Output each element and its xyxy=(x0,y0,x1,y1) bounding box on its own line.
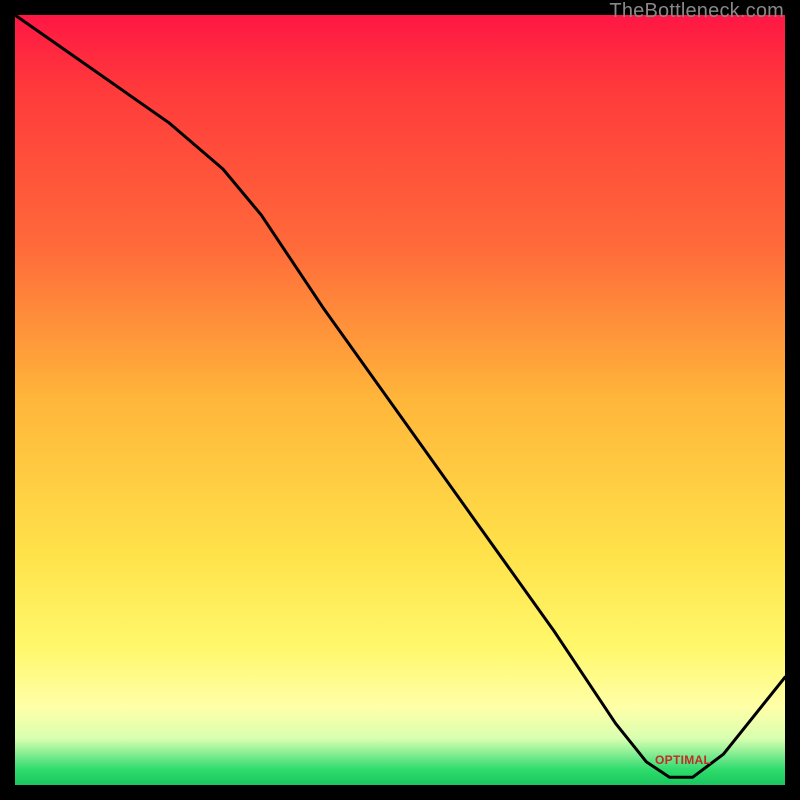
chart-series-curve xyxy=(15,15,785,777)
optimal-annotation: OPTIMAL xyxy=(655,753,711,767)
watermark-text: TheBottleneck.com xyxy=(609,0,784,23)
chart-line-layer xyxy=(15,15,785,785)
